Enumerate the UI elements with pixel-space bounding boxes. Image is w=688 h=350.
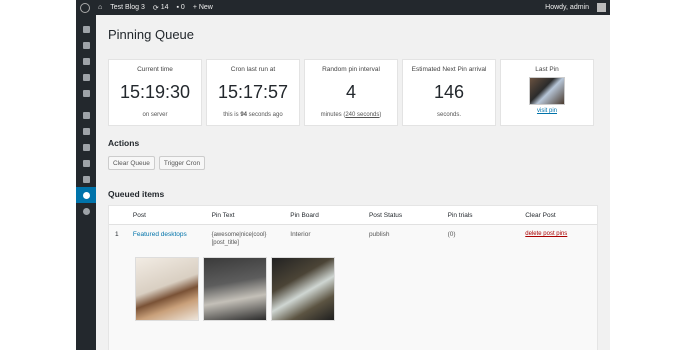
card-label: Current time (137, 66, 173, 73)
card-label: Cron last run at (230, 66, 276, 73)
cron-last-run-card: Cron last run at 15:17:57 this is 94 sec… (206, 59, 300, 126)
card-subtext: minutes (240 seconds) (320, 112, 382, 118)
stats-cards: Current time 15:19:30 on server Cron las… (108, 59, 600, 126)
column-header: Post Status (368, 211, 403, 219)
main-content: Pinning Queue Current time 15:19:30 on s… (108, 15, 600, 350)
card-label: Estimated Next Pin arrival (411, 66, 487, 73)
page-title: Pinning Queue (108, 27, 195, 42)
next-pin-card: Estimated Next Pin arrival 146 seconds. (402, 59, 496, 126)
post-status: publish (368, 231, 390, 238)
last-pin-thumbnail[interactable] (529, 77, 565, 105)
pin-image[interactable] (135, 257, 199, 321)
table-row: 1 Featured desktops {awesome|nice|cool} … (109, 225, 597, 251)
queue-table: Post Pin Text Pin Board Post Status Pin … (108, 205, 598, 350)
column-header: Post (132, 211, 146, 219)
settings-icon[interactable] (76, 171, 96, 187)
collapse-menu-icon[interactable] (76, 203, 96, 219)
queued-items-heading: Queued items (108, 189, 165, 199)
pinterest-icon[interactable] (76, 187, 96, 203)
actions-heading: Actions (108, 138, 140, 148)
clear-queue-button[interactable]: Clear Queue (108, 156, 155, 170)
card-label: Last Pin (535, 66, 559, 73)
posts-icon[interactable] (76, 37, 96, 53)
plugins-icon[interactable] (76, 123, 96, 139)
last-pin-card: Last Pin visit pin (500, 59, 594, 126)
pin-image[interactable] (271, 257, 335, 321)
admin-sidebar (76, 15, 96, 350)
tools-icon[interactable] (76, 155, 96, 171)
pin-trials: (0) (447, 231, 456, 238)
account-greeting[interactable]: Howdy, admin (541, 0, 593, 15)
new-content-link[interactable]: + New (189, 0, 217, 15)
admin-bar: ⌂ Test Blog 3 ⟳ 14 ▪ 0 + New Howdy, admi… (76, 0, 610, 15)
cron-last-run-value: 15:17:57 (217, 82, 289, 102)
card-subtext: this is 94 seconds ago (223, 112, 283, 118)
next-pin-value: 146 (433, 82, 465, 102)
table-header: Post Pin Text Pin Board Post Status Pin … (109, 206, 597, 225)
pages-icon[interactable] (76, 69, 96, 85)
updates-count: 14 (160, 4, 169, 11)
delete-post-pins-link[interactable]: delete post pins (525, 231, 597, 251)
row-number: 1 (115, 231, 119, 238)
users-icon[interactable] (76, 139, 96, 155)
appearance-icon[interactable] (76, 107, 96, 123)
card-label: Random pin interval (322, 66, 380, 73)
current-time-value: 15:19:30 (119, 82, 191, 102)
comments-link[interactable]: ▪ 0 (172, 0, 188, 15)
site-name-link[interactable]: Test Blog 3 (106, 0, 149, 15)
wordpress-logo-icon[interactable] (80, 2, 90, 13)
column-header: Pin Board (290, 211, 319, 219)
column-header: Clear Post (525, 211, 556, 219)
pin-text: {awesome|nice|cool} [post_title] (211, 232, 267, 246)
actions-toolbar: Clear Queue Trigger Cron (108, 156, 600, 170)
avatar[interactable] (597, 3, 606, 12)
random-interval-value: 4 (345, 82, 356, 102)
column-header: Pin trials (447, 211, 473, 219)
home-icon[interactable]: ⌂ (90, 0, 106, 15)
pin-images (109, 251, 597, 350)
visit-pin-link[interactable]: visit pin (501, 108, 593, 114)
pin-image[interactable] (203, 257, 267, 321)
card-subtext: on server (142, 112, 168, 118)
random-interval-card: Random pin interval 4 minutes (240 secon… (304, 59, 398, 126)
media-icon[interactable] (76, 53, 96, 69)
updates-link[interactable]: ⟳ 14 (149, 0, 173, 15)
current-time-card: Current time 15:19:30 on server (108, 59, 202, 126)
post-link[interactable]: Featured desktops (133, 231, 212, 251)
comments-icon[interactable] (76, 85, 96, 101)
dashboard-icon[interactable] (76, 21, 96, 37)
pin-board: Interior (290, 231, 311, 238)
trigger-cron-button[interactable]: Trigger Cron (158, 156, 206, 170)
wp-admin-frame: ⌂ Test Blog 3 ⟳ 14 ▪ 0 + New Howdy, admi… (76, 0, 610, 350)
column-header: Pin Text (211, 211, 235, 219)
card-subtext: seconds. (436, 112, 461, 118)
refresh-icon: ⟳ (152, 4, 161, 12)
comments-count: 0 (180, 4, 185, 11)
